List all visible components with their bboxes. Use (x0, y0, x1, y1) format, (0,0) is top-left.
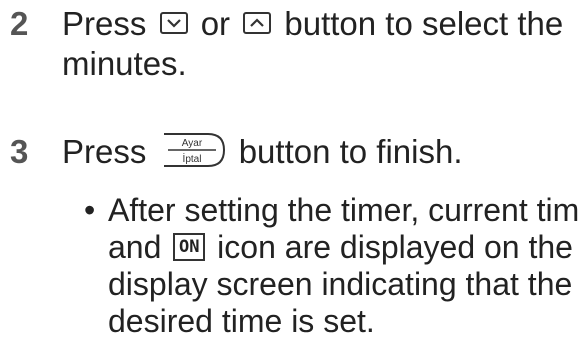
step-2-text-press: Press (62, 5, 156, 42)
bullet-line-3: display screen indicating that the (108, 266, 573, 302)
ayar-label: Ayar (181, 138, 202, 149)
bullet-line-4: desired time is set. (108, 303, 375, 339)
step-2-line-2: minutes. (62, 45, 187, 82)
step-2-text-or: or (191, 5, 240, 42)
step-2-line-1: Press or button to select the (62, 4, 563, 44)
bullet-line-2: and ON icon are displayed on the (108, 227, 573, 267)
bullet-line-1: After setting the timer, current time (108, 192, 580, 228)
on-icon: ON (173, 232, 206, 261)
chevron-up-icon (243, 12, 272, 35)
iptal-label: İptal (182, 152, 201, 165)
bullet-text-rest: icon are displayed on the (208, 229, 573, 265)
step-3-text-press: Press (62, 133, 156, 170)
step-3-text-rest: button to finish. (229, 133, 463, 170)
step-number: 2 (10, 5, 29, 42)
step-2-text-rest: button to select the (275, 5, 564, 42)
bullet-dot: • (84, 192, 96, 228)
chevron-down-icon (159, 12, 188, 35)
ayar-iptal-button-icon: Ayar İptal (162, 132, 226, 168)
bullet-text-and: and (108, 229, 171, 265)
step-number: 3 (10, 133, 29, 170)
step-3-line: Press Ayar İptal button to finish. (62, 132, 463, 172)
